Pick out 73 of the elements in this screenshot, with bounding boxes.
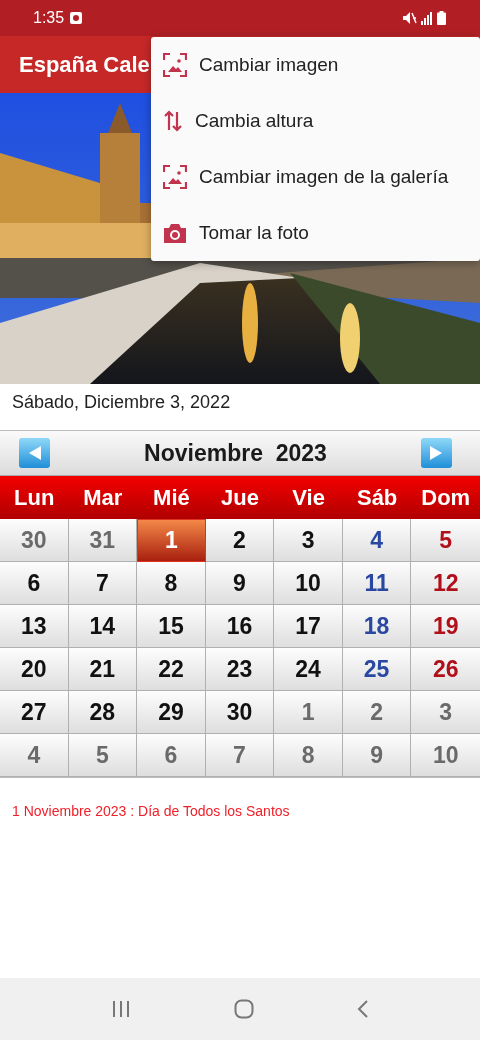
recent-apps-icon — [111, 1000, 132, 1018]
day-cell[interactable]: 2 — [342, 691, 412, 734]
previous-month-button[interactable] — [19, 438, 50, 468]
camera-icon — [163, 222, 187, 244]
day-cell[interactable]: 5 — [68, 734, 138, 777]
image-icon — [163, 165, 187, 189]
day-cell[interactable]: 11 — [342, 562, 412, 605]
weekday-label: Lun — [13, 483, 56, 512]
day-cell[interactable]: 17 — [274, 605, 343, 648]
day-cell[interactable]: 27 — [0, 691, 69, 734]
day-cell[interactable]: 16 — [205, 605, 275, 648]
weekday-label: Mié — [152, 483, 191, 512]
day-cell[interactable]: 12 — [411, 562, 480, 605]
left-arrow-icon — [27, 445, 42, 461]
day-cell[interactable]: 4 — [0, 734, 69, 777]
battery-icon — [437, 11, 446, 25]
day-cell[interactable]: 30 — [205, 691, 275, 734]
menu-item[interactable]: Tomar la foto — [151, 205, 480, 261]
day-cell[interactable]: 7 — [205, 734, 275, 777]
right-arrow-icon — [429, 445, 444, 461]
day-cell[interactable]: 31 — [68, 519, 138, 562]
notification-icon — [70, 12, 83, 24]
day-cell[interactable]: 2 — [205, 519, 275, 562]
day-cell[interactable]: 6 — [0, 562, 69, 605]
day-cell[interactable]: 3 — [411, 691, 480, 734]
menu-item[interactable]: Cambiar imagen de la galería — [151, 149, 480, 205]
up-down-arrows-icon — [163, 109, 183, 133]
weekday-label: Sáb — [355, 483, 399, 512]
day-cell[interactable]: 15 — [137, 605, 206, 648]
day-cell[interactable]: 4 — [342, 519, 412, 562]
app-title: España Cale — [19, 51, 150, 78]
day-cell[interactable]: 7 — [68, 562, 138, 605]
holiday-note: 1 Noviembre 2023 : Día de Todos los Santos — [12, 803, 291, 819]
back-icon — [356, 1000, 369, 1018]
day-cell[interactable]: 30 — [0, 519, 69, 562]
image-icon — [163, 53, 187, 77]
day-cell[interactable]: 28 — [68, 691, 138, 734]
day-cell[interactable]: 20 — [0, 648, 69, 691]
day-cell[interactable]: 18 — [342, 605, 412, 648]
day-cell[interactable]: 5 — [411, 519, 480, 562]
home-icon — [234, 999, 254, 1019]
current-date: Sábado, Diciembre 3, 2022 — [12, 391, 231, 413]
day-cell[interactable]: 21 — [68, 648, 138, 691]
day-cell[interactable]: 10 — [274, 562, 343, 605]
next-month-button[interactable] — [421, 438, 452, 468]
day-cell[interactable]: 25 — [342, 648, 412, 691]
day-cell[interactable]: 26 — [411, 648, 480, 691]
month-title: Noviembre 2023 — [144, 439, 327, 467]
day-cell[interactable]: 14 — [68, 605, 138, 648]
day-cell[interactable]: 19 — [411, 605, 480, 648]
menu-item[interactable]: Cambia altura — [151, 93, 480, 149]
menu-item[interactable]: Cambiar imagen — [151, 37, 480, 93]
day-cell[interactable]: 9 — [342, 734, 412, 777]
day-cell[interactable]: 13 — [0, 605, 69, 648]
day-cell[interactable]: 22 — [137, 648, 206, 691]
day-cell[interactable]: 3 — [274, 519, 343, 562]
weekday-label: Jue — [220, 483, 260, 512]
day-cell[interactable]: 10 — [411, 734, 480, 777]
signal-icon — [421, 11, 432, 25]
clock-time: 1:35 — [33, 9, 65, 27]
weekday-label: Vie — [291, 483, 326, 512]
day-cell[interactable]: 6 — [137, 734, 206, 777]
day-cell[interactable]: 8 — [137, 562, 206, 605]
day-cell[interactable]: 29 — [137, 691, 206, 734]
day-cell[interactable]: 23 — [205, 648, 275, 691]
day-cell[interactable]: 8 — [274, 734, 343, 777]
day-cell[interactable]: 9 — [205, 562, 275, 605]
mute-icon — [403, 12, 417, 24]
day-cell[interactable]: 24 — [274, 648, 343, 691]
weekday-label: Mar — [82, 483, 124, 512]
day-cell[interactable]: 1 — [274, 691, 343, 734]
selected-day-cell[interactable]: 1 — [137, 519, 206, 562]
weekday-label: Dom — [420, 483, 472, 512]
